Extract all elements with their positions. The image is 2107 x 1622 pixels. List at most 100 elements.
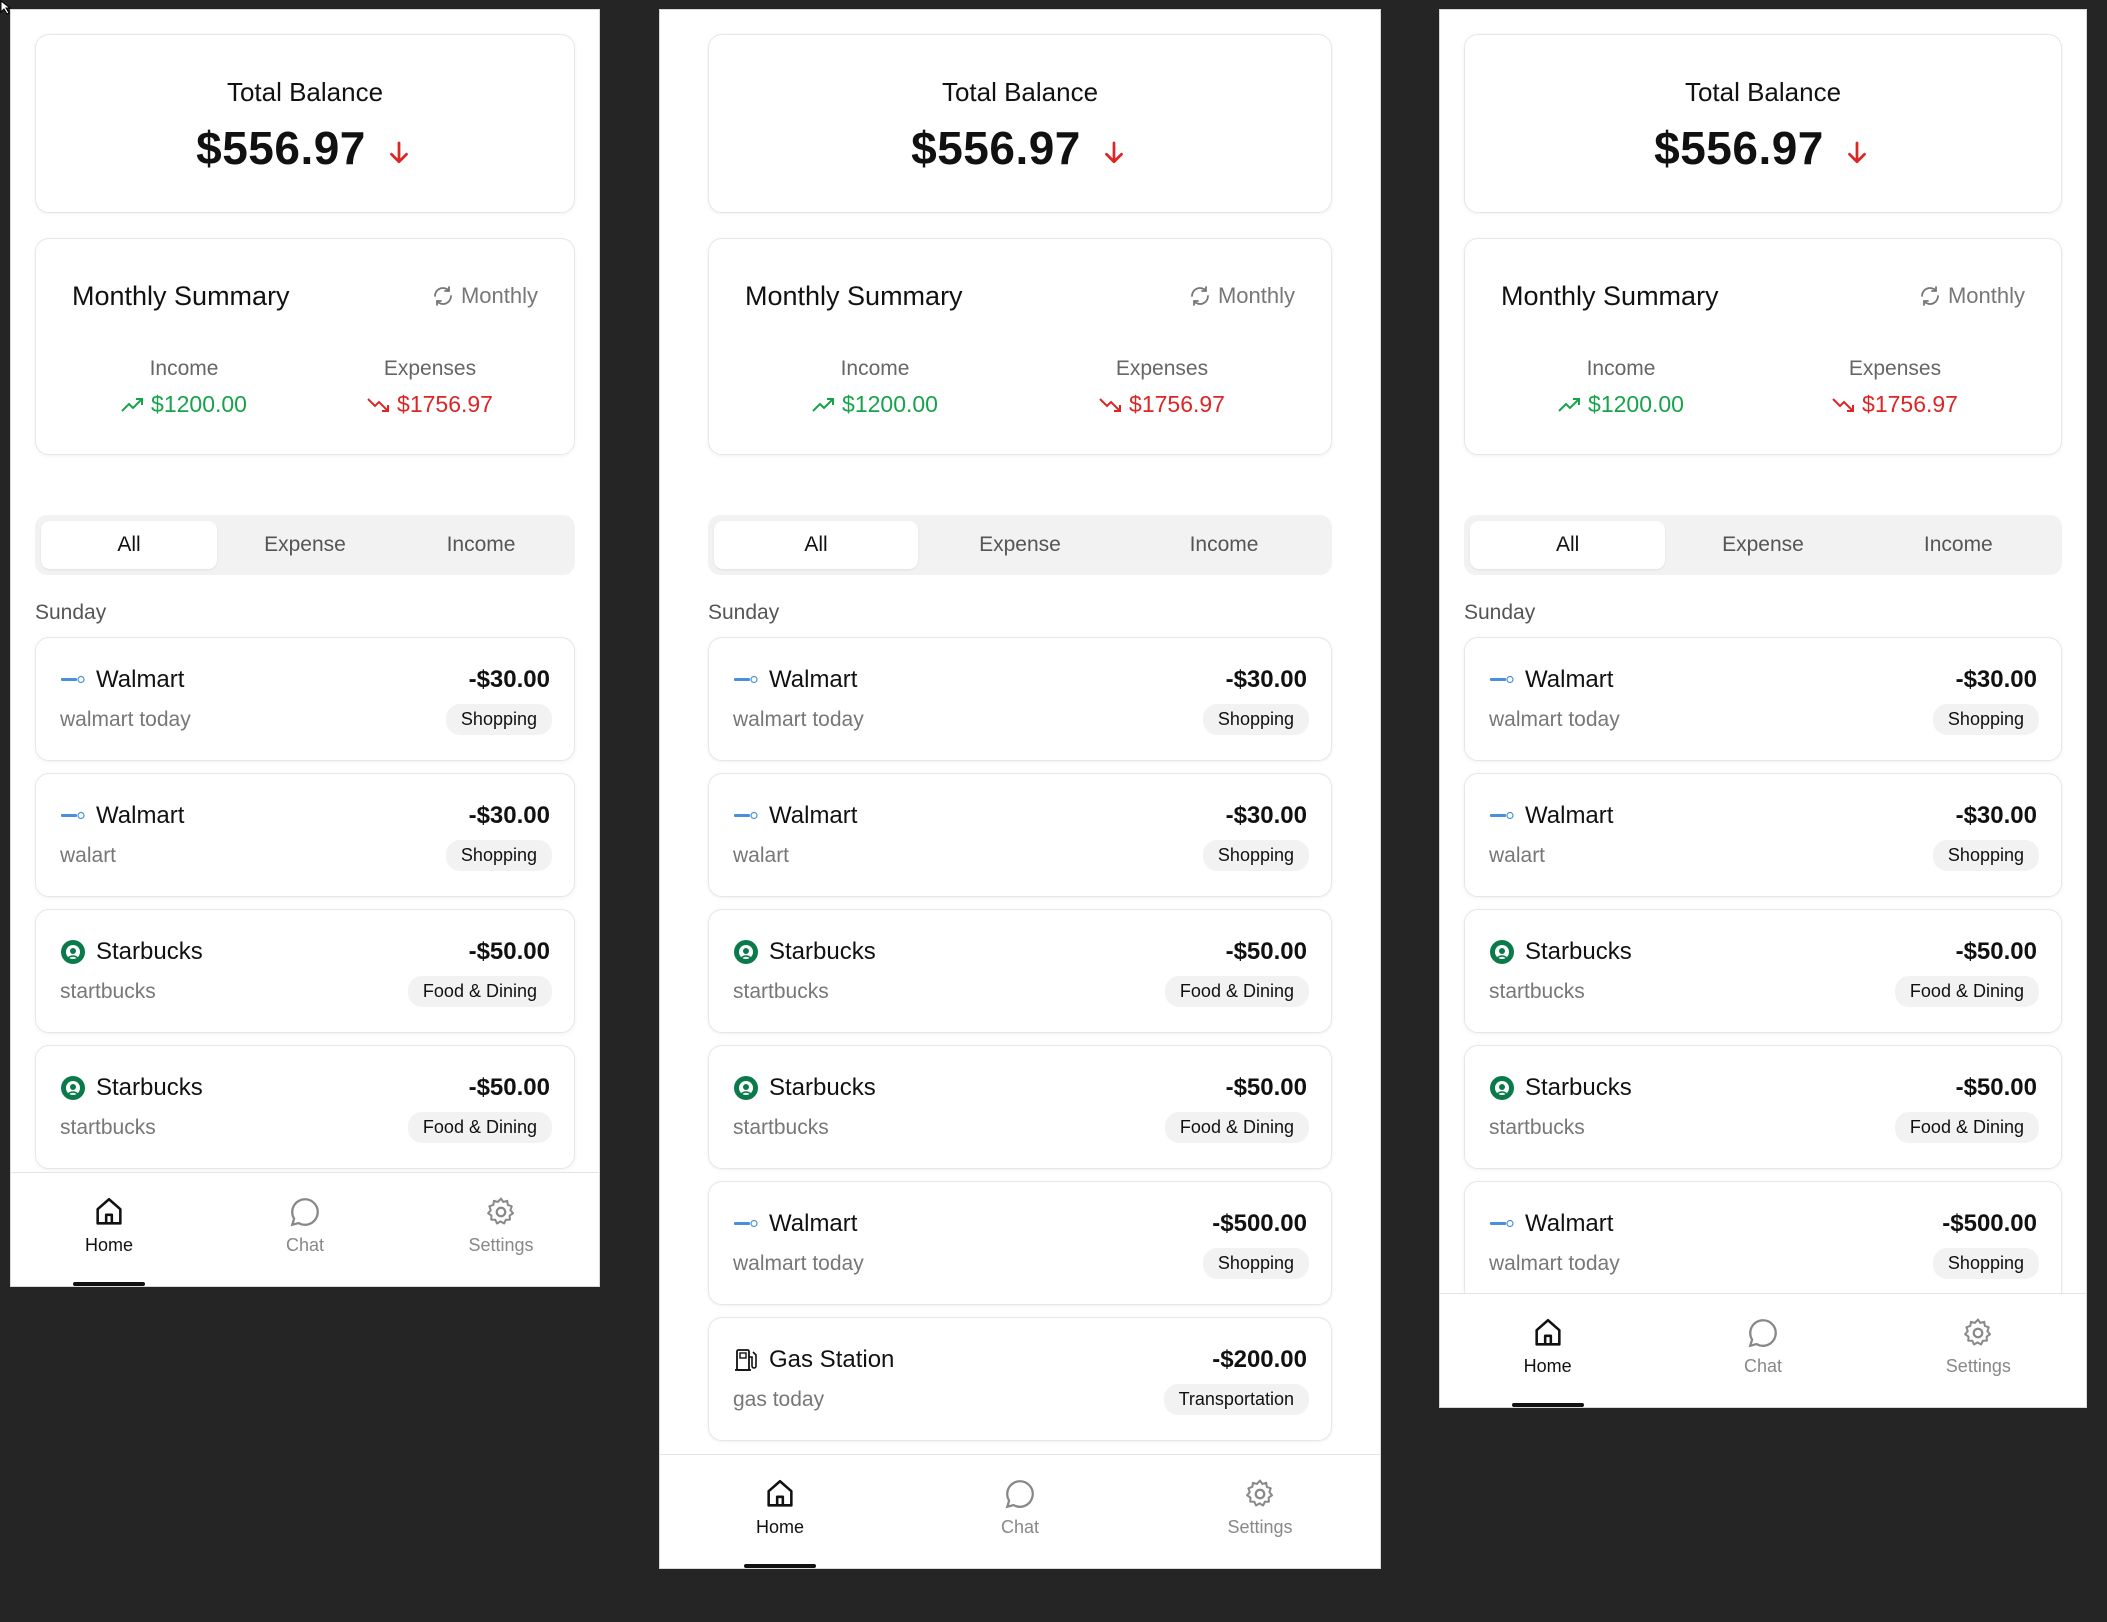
- transaction-amount: -$50.00: [468, 1074, 550, 1101]
- chat-icon: [1005, 1480, 1034, 1509]
- nav-home[interactable]: Home: [660, 1455, 900, 1568]
- bottom-nav: Home Chat Settings: [660, 1454, 1380, 1568]
- gear-icon: [1964, 1318, 1992, 1346]
- nav-home[interactable]: Home: [1440, 1294, 1655, 1407]
- transaction-card[interactable]: Starbucks startbucks -$50.00 Food & Dining: [1464, 1045, 2062, 1169]
- merchant-name: Walmart: [769, 802, 858, 829]
- category-badge: Shopping: [445, 704, 552, 735]
- tab-all[interactable]: All: [1470, 521, 1666, 569]
- transaction-note: walmart today: [733, 708, 864, 731]
- transaction-amount: -$30.00: [1955, 802, 2037, 829]
- transaction-card[interactable]: Walmart walmart today -$30.00 Shopping: [35, 637, 575, 761]
- balance-title: Total Balance: [1684, 77, 1842, 107]
- walmart-logo-icon: [1489, 1211, 1515, 1237]
- day-heading: Sunday: [35, 601, 107, 624]
- category-badge: Food & Dining: [407, 976, 552, 1007]
- merchant-name: Starbucks: [769, 1074, 876, 1101]
- active-tab-indicator: [73, 1282, 145, 1286]
- transaction-amount: -$50.00: [468, 938, 550, 965]
- transaction-card[interactable]: Walmart walart -$30.00 Shopping: [1464, 773, 2062, 897]
- expenses-value: $1756.97: [1862, 391, 1958, 417]
- transaction-card[interactable]: Walmart walmart today -$500.00 Shopping: [708, 1181, 1332, 1305]
- trending-up-icon: [812, 397, 835, 412]
- transaction-card[interactable]: Gas Station gas today -$200.00 Transportati…: [708, 1317, 1332, 1441]
- nav-chat-label: Chat: [285, 1235, 325, 1255]
- transaction-card[interactable]: Walmart walmart today -$500.00 Shopping: [1464, 1181, 2062, 1293]
- transaction-card[interactable]: Walmart walmart today -$30.00 Shopping: [708, 637, 1332, 761]
- home-icon: [1535, 1318, 1561, 1346]
- starbucks-logo-icon: [60, 939, 86, 965]
- income-value: $1200.00: [151, 391, 247, 417]
- arrow-down-icon: [1848, 141, 1866, 164]
- income-label: Income: [840, 357, 910, 380]
- balance-title: Total Balance: [941, 77, 1099, 107]
- merchant-name: Starbucks: [1525, 1074, 1632, 1101]
- period-toggle-button[interactable]: Monthly: [431, 283, 538, 309]
- category-badge: Food & Dining: [1164, 976, 1309, 1007]
- summary-title: Monthly Summary: [1501, 281, 1719, 311]
- nav-chat-label: Chat: [1743, 1356, 1782, 1376]
- chat-icon: [290, 1198, 319, 1227]
- balance-amount: $556.97: [911, 122, 1081, 174]
- home-icon: [767, 1479, 793, 1507]
- refresh-icon: [1921, 286, 1939, 306]
- nav-settings[interactable]: Settings: [403, 1173, 599, 1286]
- transaction-note: startbucks: [60, 980, 156, 1003]
- merchant-name: Walmart: [96, 802, 185, 829]
- nav-chat[interactable]: Chat: [900, 1455, 1140, 1568]
- merchant-name: Starbucks: [96, 938, 203, 965]
- transaction-card[interactable]: Starbucks startbucks -$50.00 Food & Dining: [1464, 909, 2062, 1033]
- nav-home[interactable]: Home: [11, 1173, 207, 1286]
- category-badge: Food & Dining: [407, 1112, 552, 1143]
- bottom-nav: Home Chat Settings: [1440, 1293, 2086, 1407]
- tab-expense[interactable]: Expense: [1665, 521, 1860, 569]
- nav-chat[interactable]: Chat: [207, 1173, 403, 1286]
- starbucks-logo-icon: [733, 939, 759, 965]
- transaction-card[interactable]: Walmart walart -$30.00 Shopping: [708, 773, 1332, 897]
- period-toggle-button[interactable]: Monthly: [1188, 283, 1295, 309]
- merchant-name: Gas Station: [769, 1346, 895, 1373]
- trending-up-icon: [121, 397, 144, 412]
- category-badge: Food & Dining: [1894, 976, 2039, 1007]
- transaction-card[interactable]: Starbucks startbucks -$50.00 Food & Dining: [708, 1045, 1332, 1169]
- filter-tabs: All Expense Income: [1464, 515, 2062, 575]
- day-heading: Sunday: [1464, 601, 1536, 624]
- phone-screen-1: Total Balance $556.97 Monthly Summary Mo…: [10, 9, 600, 1287]
- starbucks-logo-icon: [1489, 939, 1515, 965]
- transaction-card[interactable]: Walmart walart -$30.00 Shopping: [35, 773, 575, 897]
- refresh-icon: [434, 286, 452, 306]
- transaction-card[interactable]: Starbucks startbucks -$50.00 Food & Dining: [35, 1045, 575, 1169]
- phone-screen-3: Total Balance $556.97 Monthly Summary Mo…: [1439, 9, 2087, 1408]
- tab-all[interactable]: All: [714, 521, 918, 569]
- transaction-amount: -$500.00: [1212, 1210, 1307, 1237]
- arrow-down-icon: [390, 141, 408, 164]
- refresh-icon: [1191, 286, 1209, 306]
- tab-expense[interactable]: Expense: [918, 521, 1122, 569]
- walmart-logo-icon: [60, 803, 86, 829]
- category-badge: Shopping: [1932, 840, 2039, 871]
- nav-settings[interactable]: Settings: [1871, 1294, 2086, 1407]
- tab-income[interactable]: Income: [393, 521, 569, 569]
- transaction-amount: -$50.00: [1225, 938, 1307, 965]
- tab-income[interactable]: Income: [1861, 521, 2056, 569]
- transaction-note: startbucks: [733, 1116, 829, 1139]
- transaction-amount: -$50.00: [1225, 1074, 1307, 1101]
- transaction-card[interactable]: Starbucks startbucks -$50.00 Food & Dining: [708, 909, 1332, 1033]
- period-toggle-button[interactable]: Monthly: [1918, 283, 2025, 309]
- nav-chat[interactable]: Chat: [1655, 1294, 1870, 1407]
- tab-income[interactable]: Income: [1122, 521, 1326, 569]
- tab-expense[interactable]: Expense: [217, 521, 393, 569]
- nav-settings-label: Settings: [1227, 1517, 1293, 1537]
- nav-home-label: Home: [84, 1235, 133, 1255]
- starbucks-logo-icon: [60, 1075, 86, 1101]
- expenses-label: Expenses: [1115, 357, 1209, 380]
- category-badge: Shopping: [1932, 704, 2039, 735]
- nav-settings[interactable]: Settings: [1140, 1455, 1380, 1568]
- merchant-name: Walmart: [769, 1210, 858, 1237]
- transaction-note: walart: [733, 844, 790, 867]
- tab-all[interactable]: All: [41, 521, 217, 569]
- transaction-card[interactable]: Walmart walmart today -$30.00 Shopping: [1464, 637, 2062, 761]
- transaction-card[interactable]: Starbucks startbucks -$50.00 Food & Dining: [35, 909, 575, 1033]
- merchant-name: Walmart: [96, 666, 185, 693]
- total-balance-card: Total Balance $556.97: [35, 34, 575, 213]
